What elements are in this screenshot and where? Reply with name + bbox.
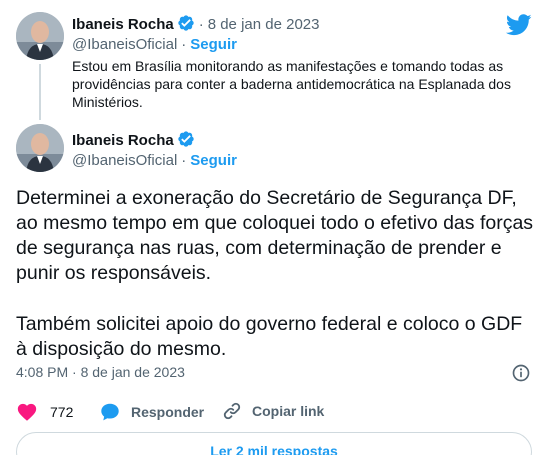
reply-bubble-icon <box>101 403 119 421</box>
copy-link-label: Copiar link <box>252 403 325 419</box>
read-replies-button[interactable]: Ler 2 mil respostas <box>16 432 532 455</box>
thread-connector-line <box>39 64 41 120</box>
main-author-name[interactable]: Ibaneis Rocha <box>72 132 174 149</box>
separator-dot: · <box>198 16 204 33</box>
parent-handle[interactable]: @IbaneisOficial <box>72 36 177 53</box>
separator-dot: · <box>181 36 187 53</box>
reply-button[interactable]: Responder <box>99 401 204 423</box>
parent-follow-button[interactable]: Seguir <box>190 36 237 53</box>
info-icon[interactable] <box>511 363 531 383</box>
tweet-timestamp[interactable]: 4:08 PM · 8 de jan de 2023 <box>16 364 185 380</box>
copy-link-button[interactable]: Copiar link <box>222 401 324 421</box>
verified-badge-icon <box>178 131 194 147</box>
main-follow-button[interactable]: Seguir <box>190 152 237 169</box>
separator-dot: · <box>181 152 187 169</box>
parent-author-name[interactable]: Ibaneis Rocha <box>72 16 174 33</box>
main-avatar[interactable] <box>16 124 64 172</box>
parent-date[interactable]: 8 de jan de 2023 <box>208 16 320 33</box>
parent-handle-row: @IbaneisOficial · Seguir <box>72 36 237 53</box>
verified-badge-icon <box>178 15 194 31</box>
parent-tweet-text: Estou em Brasília monitorando as manifes… <box>72 58 511 110</box>
link-icon <box>223 402 241 420</box>
like-count: 772 <box>50 404 74 420</box>
main-name-row: Ibaneis Rocha <box>72 130 195 150</box>
heart-icon <box>17 403 37 421</box>
parent-header: Ibaneis Rocha · 8 de jan de 2023 <box>72 14 319 33</box>
main-handle[interactable]: @IbaneisOficial <box>72 152 177 169</box>
main-handle-row: @IbaneisOficial · Seguir <box>72 152 237 169</box>
main-tweet-paragraph-1: Determinei a exoneração do Secretário de… <box>16 187 534 284</box>
twitter-bird-icon[interactable] <box>506 14 532 36</box>
avatar-image <box>16 12 64 60</box>
main-tweet-paragraph-2: Também solicitei apoio do governo federa… <box>16 313 523 360</box>
reply-label: Responder <box>131 404 205 420</box>
parent-avatar[interactable] <box>16 12 64 60</box>
avatar-image <box>16 124 64 172</box>
like-button[interactable]: 772 <box>16 401 73 423</box>
